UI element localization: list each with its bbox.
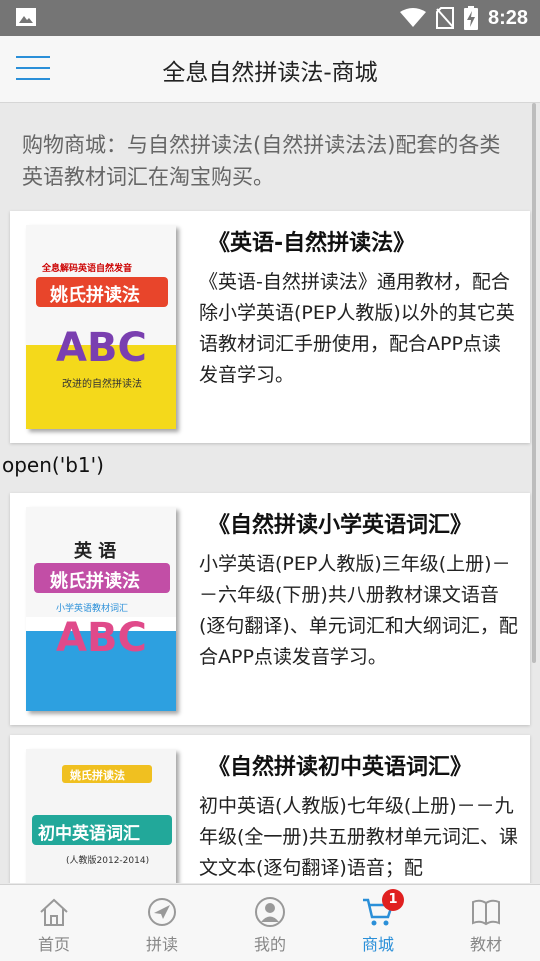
tab-profile[interactable]: 我的: [216, 885, 324, 961]
product-title: 《自然拼读小学英语词汇》: [208, 513, 473, 538]
user-icon: [255, 897, 285, 927]
product-card[interactable]: 姚氏拼读法 初中英语词汇 (人教版2012-2014) 《自然拼读初中英语词汇》…: [10, 735, 530, 883]
book-cover-image: 姚氏拼读法 初中英语词汇 (人教版2012-2014): [26, 749, 176, 883]
tab-label: 首页: [37, 935, 70, 954]
tab-label: 我的: [253, 935, 286, 954]
tab-phonics[interactable]: 拼读: [108, 885, 216, 961]
compass-icon: [148, 898, 176, 926]
tab-label: 教材: [469, 935, 502, 954]
product-card[interactable]: 全息解码英语自然发音 姚氏拼读法 ABC 改进的自然拼读法 《英语-自然拼读法》…: [10, 211, 530, 443]
wifi-icon: [399, 8, 426, 27]
book-cover-image: 全息解码英语自然发音 姚氏拼读法 ABC 改进的自然拼读法: [26, 225, 176, 429]
no-sim-icon: [435, 7, 454, 29]
product-title: 《英语-自然拼读法》: [208, 231, 416, 256]
home-icon: [40, 898, 68, 926]
clock: 8:28: [487, 6, 528, 29]
intro-text: 购物商城：与自然拼读法(自然拼读法法)配套的各类英语教材词汇在淘宝购买。: [22, 133, 501, 189]
image-notification-icon: [16, 8, 36, 26]
tab-label: 商城: [361, 935, 394, 954]
debug-text: open('b1'): [2, 453, 104, 477]
product-description: 初中英语(人教版)七年级(上册)－－九年级(全一册)共五册教材单元词汇、课文文本…: [199, 795, 518, 879]
product-description: 《英语-自然拼读法》通用教材，配合除小学英语(PEP人教版)以外的其它英语教材词…: [199, 271, 515, 386]
store-content: 购物商城：与自然拼读法(自然拼读法法)配套的各类英语教材词汇在淘宝购买。 全息解…: [0, 103, 540, 883]
book-icon: [472, 899, 500, 926]
app-header: 全息自然拼读法-商城: [0, 36, 540, 103]
cart-badge: 1: [382, 889, 404, 911]
product-title: 《自然拼读初中英语词汇》: [208, 755, 473, 780]
tab-textbooks[interactable]: 教材: [432, 885, 540, 961]
product-card[interactable]: 英 语 姚氏拼读法 小学英语教材词汇 ABC 《自然拼读小学英语词汇》 小学英语…: [10, 493, 530, 725]
bottom-tab-bar: 首页 拼读 我的 1 商城 教材: [0, 884, 540, 961]
tab-label: 拼读: [145, 935, 178, 954]
page-title: 全息自然拼读法-商城: [162, 60, 378, 86]
book-cover-image: 英 语 姚氏拼读法 小学英语教材词汇 ABC: [26, 507, 176, 711]
tab-home[interactable]: 首页: [0, 885, 108, 961]
status-bar: 8:28: [0, 0, 540, 36]
product-description: 小学英语(PEP人教版)三年级(上册)－－六年级(下册)共八册教材课文语音(逐句…: [199, 553, 518, 668]
tab-store[interactable]: 1 商城: [324, 885, 432, 961]
battery-charging-icon: [463, 6, 478, 30]
